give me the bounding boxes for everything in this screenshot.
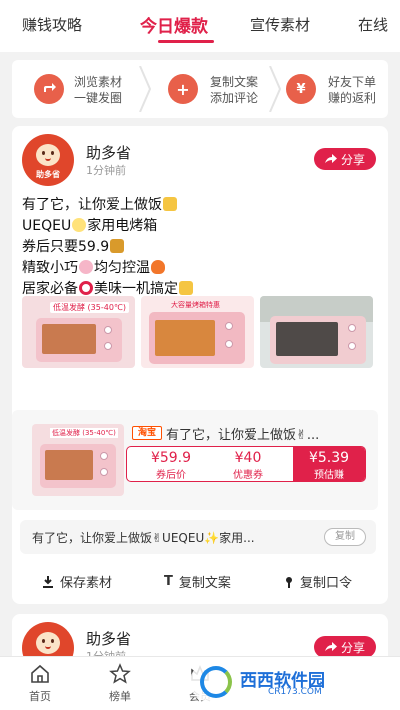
price-box[interactable]: ¥59.9 券后价 ¥40 优惠券 ¥5.39 预估赚 — [126, 446, 366, 482]
copy-password-button[interactable]: 复制口令 — [284, 572, 352, 591]
tab-promo-materials[interactable]: 宣传素材 — [250, 14, 310, 35]
author-name: 助多省 — [86, 144, 132, 162]
product-image[interactable]: 大容量烤箱特惠 — [141, 296, 254, 368]
product-title: 有了它，让你爱上做饭✌... — [166, 428, 320, 443]
watermark-logo-icon — [200, 666, 232, 698]
post-text-line: 居家必备 美味一机搞定 — [22, 278, 194, 298]
yen-icon: ¥ — [286, 74, 316, 104]
watermark-url: CR173.COM — [268, 687, 322, 697]
sparkles-icon — [72, 218, 87, 232]
coupon-amount: ¥40 优惠券 — [233, 450, 263, 481]
save-materials-button[interactable]: 保存素材 — [42, 572, 112, 591]
post-text-line: UEQEU 家用电烤箱 — [22, 218, 158, 234]
post-text-line: 券后只要59.9 — [22, 236, 125, 256]
product-image[interactable]: 低温发酵 (35-40℃) — [22, 296, 135, 368]
product-thumbnail: 低温发酵 (35-40℃) — [32, 424, 124, 496]
share-icon — [34, 74, 64, 104]
share-button[interactable]: 分享 — [314, 636, 376, 658]
image-caption: 低温发酵 (35-40℃) — [50, 302, 130, 313]
thumbs-up-icon — [179, 281, 193, 295]
step-browse-line2: 一键发圈 — [74, 91, 123, 105]
pin-icon — [286, 576, 292, 588]
plus-icon: + — [168, 74, 198, 104]
site-watermark: 西西软件园 CR173.COM — [190, 662, 382, 702]
coupon-price: ¥59.9 券后价 — [150, 450, 192, 481]
copy-text-row: 有了它，让你爱上做饭✌UEQEU✨家用... 复制 — [20, 520, 376, 554]
active-tab-indicator — [158, 40, 214, 43]
product-image[interactable] — [260, 296, 373, 368]
share-button[interactable]: 分享 — [314, 148, 376, 170]
taobao-badge: 淘宝 — [132, 426, 162, 440]
post-actions: 保存素材 T 复制文案 复制口令 — [12, 566, 388, 596]
copy-text-preview: 有了它，让你爱上做饭✌UEQEU✨家用... — [32, 531, 255, 545]
copy-button[interactable]: 复制 — [324, 528, 366, 546]
avatar-label: 助多省 — [36, 170, 60, 179]
share-arrow-icon — [324, 154, 337, 163]
post-time: 1分钟前 — [86, 164, 126, 177]
thumb-caption: 低温发酵 (35-40℃) — [50, 428, 118, 438]
chevron-right-icon — [139, 66, 152, 112]
step-order-line2: 赚的返利 — [328, 91, 377, 105]
author-name: 助多省 — [86, 630, 132, 648]
estimated-earning: ¥5.39 预估赚 — [293, 447, 365, 481]
copy-copywriting-button[interactable]: T 复制文案 — [164, 572, 231, 591]
step-browse-line1: 浏览素材 — [74, 75, 123, 89]
step-copy-line2: 添加评论 — [210, 91, 259, 105]
post-text-line: 有了它，让你爱上做饭 — [22, 194, 178, 214]
star-icon — [109, 663, 131, 684]
image-caption: 大容量烤箱特惠 — [171, 301, 220, 309]
victory-hand-icon — [163, 197, 177, 211]
tab-earning-guide[interactable]: 赚钱攻略 — [22, 14, 82, 35]
step-order-line1: 好友下单 — [328, 75, 377, 89]
home-icon — [31, 664, 49, 683]
nav-rankings[interactable]: 榜单 — [90, 663, 150, 704]
nav-home[interactable]: 首页 — [10, 663, 70, 704]
how-it-works-strip: 浏览素材 一键发圈 + 复制文案 添加评论 ¥ 好友下单 赚的返利 — [12, 60, 388, 118]
top-tab-bar: 赚钱攻略 今日爆款 宣传素材 在线 — [0, 0, 400, 52]
download-icon — [43, 575, 53, 588]
money-bag-icon — [110, 239, 125, 253]
step-copy: + 复制文案 添加评论 — [152, 60, 270, 118]
step-order: ¥ 好友下单 赚的返利 — [278, 60, 388, 118]
avatar: 助多省 — [22, 134, 74, 186]
step-copy-line1: 复制文案 — [210, 75, 259, 89]
fire-icon — [151, 260, 165, 274]
share-label: 分享 — [340, 152, 365, 167]
step-browse: 浏览素材 一键发圈 — [12, 60, 137, 118]
text-icon: T — [164, 574, 173, 589]
share-arrow-icon — [324, 642, 337, 651]
post-text-line: 精致小巧 均匀控温 — [22, 257, 166, 277]
red-circle-icon — [79, 281, 93, 295]
tab-today-hot[interactable]: 今日爆款 — [140, 12, 208, 37]
tab-online[interactable]: 在线 — [358, 14, 388, 35]
blossom-icon — [79, 260, 93, 274]
